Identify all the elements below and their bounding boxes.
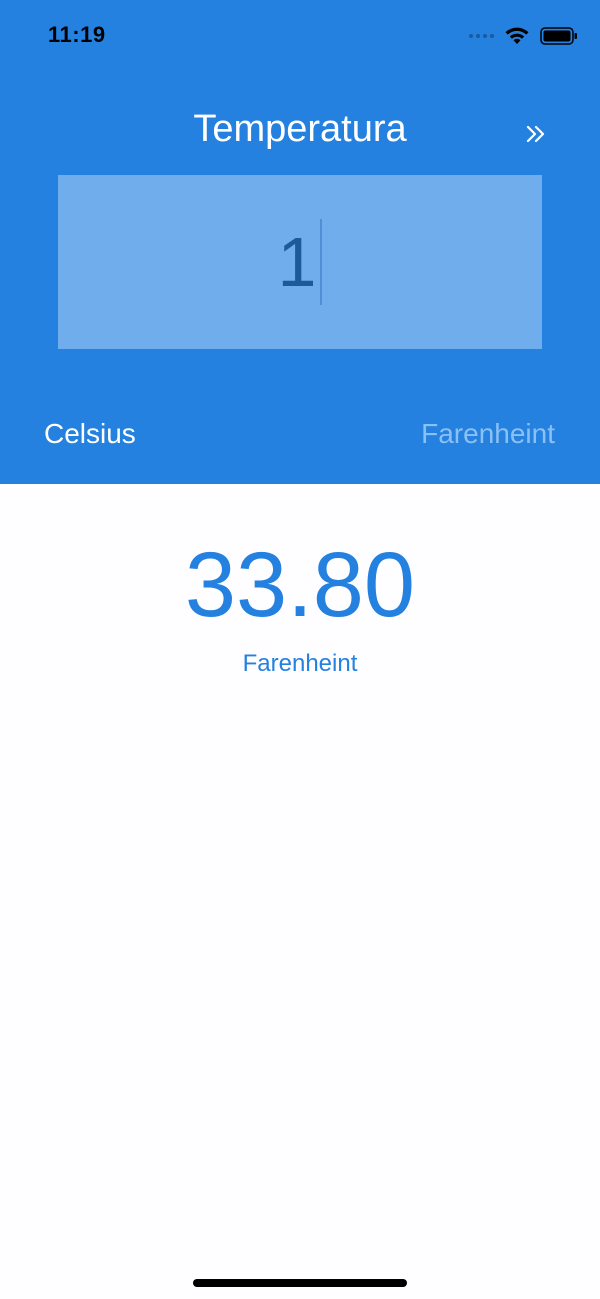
- home-indicator[interactable]: [193, 1279, 407, 1287]
- status-icons: [469, 24, 578, 48]
- page-title: Temperatura: [193, 108, 407, 150]
- double-chevron-right-icon: [526, 125, 545, 143]
- from-unit-celsius[interactable]: Celsius: [44, 418, 136, 450]
- temperature-input[interactable]: 1: [58, 175, 542, 349]
- to-unit-farenheint[interactable]: Farenheint: [421, 418, 555, 450]
- status-time: 11:19: [48, 22, 106, 47]
- result-value: 33.80: [184, 534, 416, 636]
- header-bar: 11:19 Temperatura 1 Celsius Farenheint: [0, 0, 600, 484]
- text-caret: [320, 219, 323, 305]
- wifi-icon: [505, 27, 529, 44]
- battery-icon: [540, 27, 577, 45]
- result-unit-label: Farenheint: [242, 650, 358, 677]
- cellular-signal-icon: [469, 34, 494, 38]
- input-value: 1: [277, 223, 317, 301]
- swap-units-button[interactable]: [520, 118, 552, 150]
